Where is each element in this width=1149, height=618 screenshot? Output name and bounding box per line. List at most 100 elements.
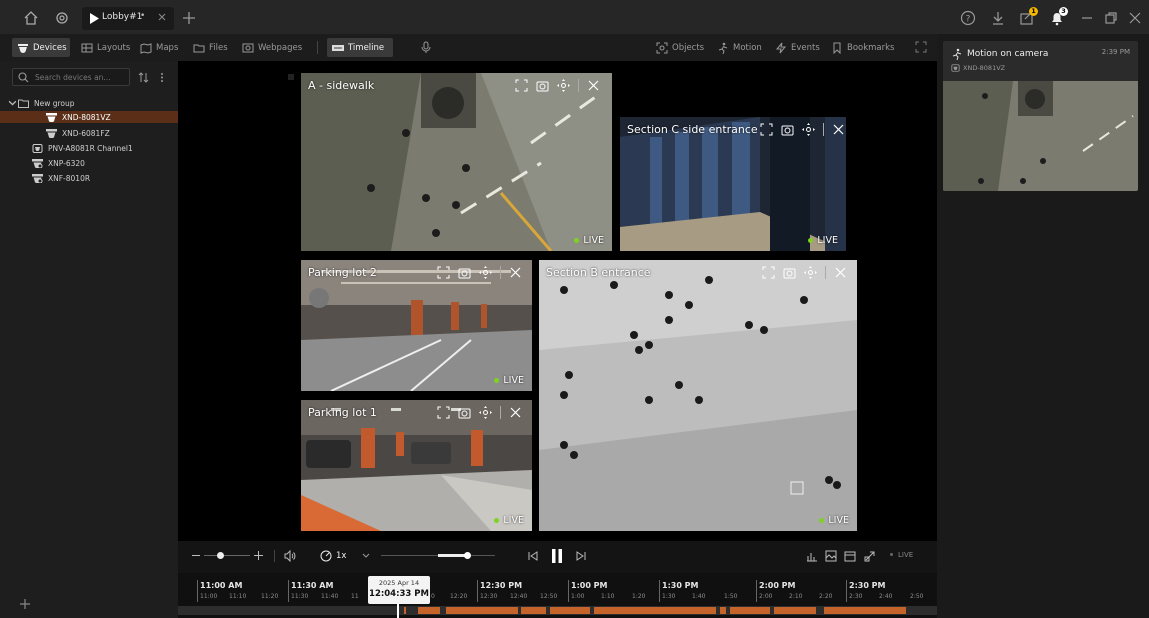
tree-device-xnd-8081vz[interactable]: XND-8081VZ — [0, 111, 178, 123]
ptz-move-icon[interactable] — [479, 266, 492, 279]
zoom-area-icon[interactable] — [437, 406, 450, 419]
fullscreen-icon[interactable] — [915, 41, 927, 53]
microphone-icon[interactable] — [420, 41, 432, 54]
close-tab-icon[interactable] — [158, 13, 166, 21]
more-options-icon[interactable] — [160, 72, 164, 83]
tree-device-pnv-a8081r[interactable]: PNV-A8081R Channel1 — [0, 142, 178, 154]
add-device-icon[interactable] — [19, 598, 31, 610]
video-tile-section-c[interactable]: Section C side entrance LIVE — [620, 117, 846, 251]
tab-files[interactable]: Files — [188, 38, 233, 57]
minimize-icon[interactable] — [1078, 9, 1096, 27]
snapshot-icon[interactable] — [781, 123, 794, 136]
close-tile-icon[interactable] — [834, 266, 847, 279]
zoom-out-icon[interactable] — [192, 555, 200, 556]
snapshot-icon[interactable] — [458, 406, 471, 419]
timeline-minute-label: 1:00 — [571, 593, 585, 600]
tab-layouts[interactable]: Layouts — [76, 38, 135, 57]
snapshot-icon[interactable] — [783, 266, 796, 279]
chevron-down-icon[interactable] — [362, 552, 370, 560]
sort-icon[interactable] — [138, 72, 149, 83]
timeline[interactable]: 11:00 AM 11:30 AM 12:30 PM 1:00 PM 1:30 PM 2:… — [178, 573, 937, 618]
recording-segment[interactable] — [521, 607, 546, 614]
chevron-down-icon[interactable] — [7, 99, 23, 108]
video-tile-parking-lot-2[interactable]: Parking lot 2 LIVE — [301, 260, 532, 391]
toolbar-divider — [317, 41, 318, 54]
recording-segment[interactable] — [446, 607, 518, 614]
video-tile-section-b[interactable]: Section B entrance LIVE — [539, 260, 857, 531]
device-tree-panel: New group XND-8081VZ XND-6081FZ PNV-A808… — [0, 61, 178, 618]
tree-device-xnd-6081fz[interactable]: XND-6081FZ — [0, 127, 178, 139]
tab-webpages[interactable]: Webpages — [237, 38, 307, 57]
close-tile-icon[interactable] — [509, 406, 522, 419]
video-tile-parking-lot-1[interactable]: Parking lot 1 LIVE — [301, 400, 532, 531]
seek-slider-knob[interactable] — [463, 552, 471, 559]
close-tile-icon[interactable] — [587, 79, 600, 92]
help-icon[interactable]: ? — [959, 9, 977, 27]
go-live-button[interactable]: LIVE — [898, 551, 913, 559]
tree-group-new-group[interactable]: New group — [0, 97, 178, 109]
image-search-icon[interactable] — [825, 550, 837, 562]
zoom-area-icon[interactable] — [760, 123, 773, 136]
recording-segment[interactable] — [824, 607, 906, 614]
recording-segment[interactable] — [418, 607, 440, 614]
tab-devices-label: Devices — [33, 42, 67, 53]
playback-speed[interactable]: 1x — [336, 551, 346, 561]
restore-icon[interactable] — [1102, 9, 1120, 27]
event-thumbnail[interactable] — [943, 81, 1138, 191]
recording-segment[interactable] — [550, 607, 590, 614]
close-tile-icon[interactable] — [509, 266, 522, 279]
timeline-hour-tick — [756, 580, 757, 602]
calendar-icon[interactable] — [844, 550, 856, 562]
tab-lobby[interactable]: Lobby#1 • — [82, 7, 174, 30]
motion-event-card[interactable]: Motion on camera 2:39 PM XND-8081VZ — [943, 41, 1138, 191]
layout-handle[interactable] — [288, 74, 294, 80]
next-frame-icon[interactable] — [576, 551, 586, 561]
add-tab-icon[interactable] — [180, 9, 198, 27]
ptz-move-icon[interactable] — [557, 79, 570, 92]
tab-maps[interactable]: Maps — [135, 38, 183, 57]
tab-devices[interactable]: Devices — [12, 38, 70, 57]
recording-segment[interactable] — [404, 607, 406, 614]
device-search-box[interactable] — [12, 68, 130, 86]
recording-bar[interactable] — [178, 606, 937, 615]
stats-icon[interactable] — [806, 550, 818, 562]
volume-icon[interactable] — [284, 550, 296, 562]
recording-segment[interactable] — [730, 607, 770, 614]
tree-device-xnf-8010r[interactable]: XNF-8010R — [0, 172, 178, 184]
timeline-minute-label: 12:50 — [540, 593, 558, 600]
tab-timeline[interactable]: Timeline — [327, 38, 393, 57]
tree-device-xnp-6320[interactable]: XNP-6320 — [0, 157, 178, 169]
recording-segment[interactable] — [594, 607, 716, 614]
timeline-minute-label: 11:30 — [291, 593, 309, 600]
zoom-slider-knob[interactable] — [217, 552, 225, 559]
filter-bookmarks[interactable]: Bookmarks — [826, 38, 900, 57]
filter-events[interactable]: Events — [770, 38, 825, 57]
snapshot-icon[interactable] — [536, 79, 549, 92]
download-icon[interactable] — [989, 9, 1007, 27]
live-dot — [819, 518, 825, 523]
recording-segment[interactable] — [720, 607, 726, 614]
maps-icon — [140, 42, 152, 54]
close-window-icon[interactable] — [1126, 9, 1144, 27]
previous-frame-icon[interactable] — [528, 551, 538, 561]
ptz-move-icon[interactable] — [802, 123, 815, 136]
pause-icon[interactable] — [551, 549, 563, 563]
export-clip-icon[interactable] — [864, 550, 876, 562]
filter-motion[interactable]: Motion — [712, 38, 767, 57]
zoom-area-icon[interactable] — [762, 266, 775, 279]
zoom-area-icon[interactable] — [515, 79, 528, 92]
ptz-move-icon[interactable] — [804, 266, 817, 279]
filter-objects[interactable]: Objects — [651, 38, 709, 57]
settings-gear-icon[interactable] — [53, 9, 71, 27]
speed-gauge-icon[interactable] — [320, 550, 332, 562]
close-tile-icon[interactable] — [832, 123, 845, 136]
timeline-zoom-slider[interactable] — [204, 555, 250, 556]
recording-segment[interactable] — [774, 607, 816, 614]
snapshot-icon[interactable] — [458, 266, 471, 279]
zoom-in-icon[interactable] — [254, 551, 263, 560]
zoom-area-icon[interactable] — [437, 266, 450, 279]
ptz-move-icon[interactable] — [479, 406, 492, 419]
video-tile-a-sidewalk[interactable]: A - sidewalk LIVE — [301, 73, 612, 251]
device-search-input[interactable] — [35, 71, 127, 84]
home-icon[interactable] — [22, 9, 40, 27]
